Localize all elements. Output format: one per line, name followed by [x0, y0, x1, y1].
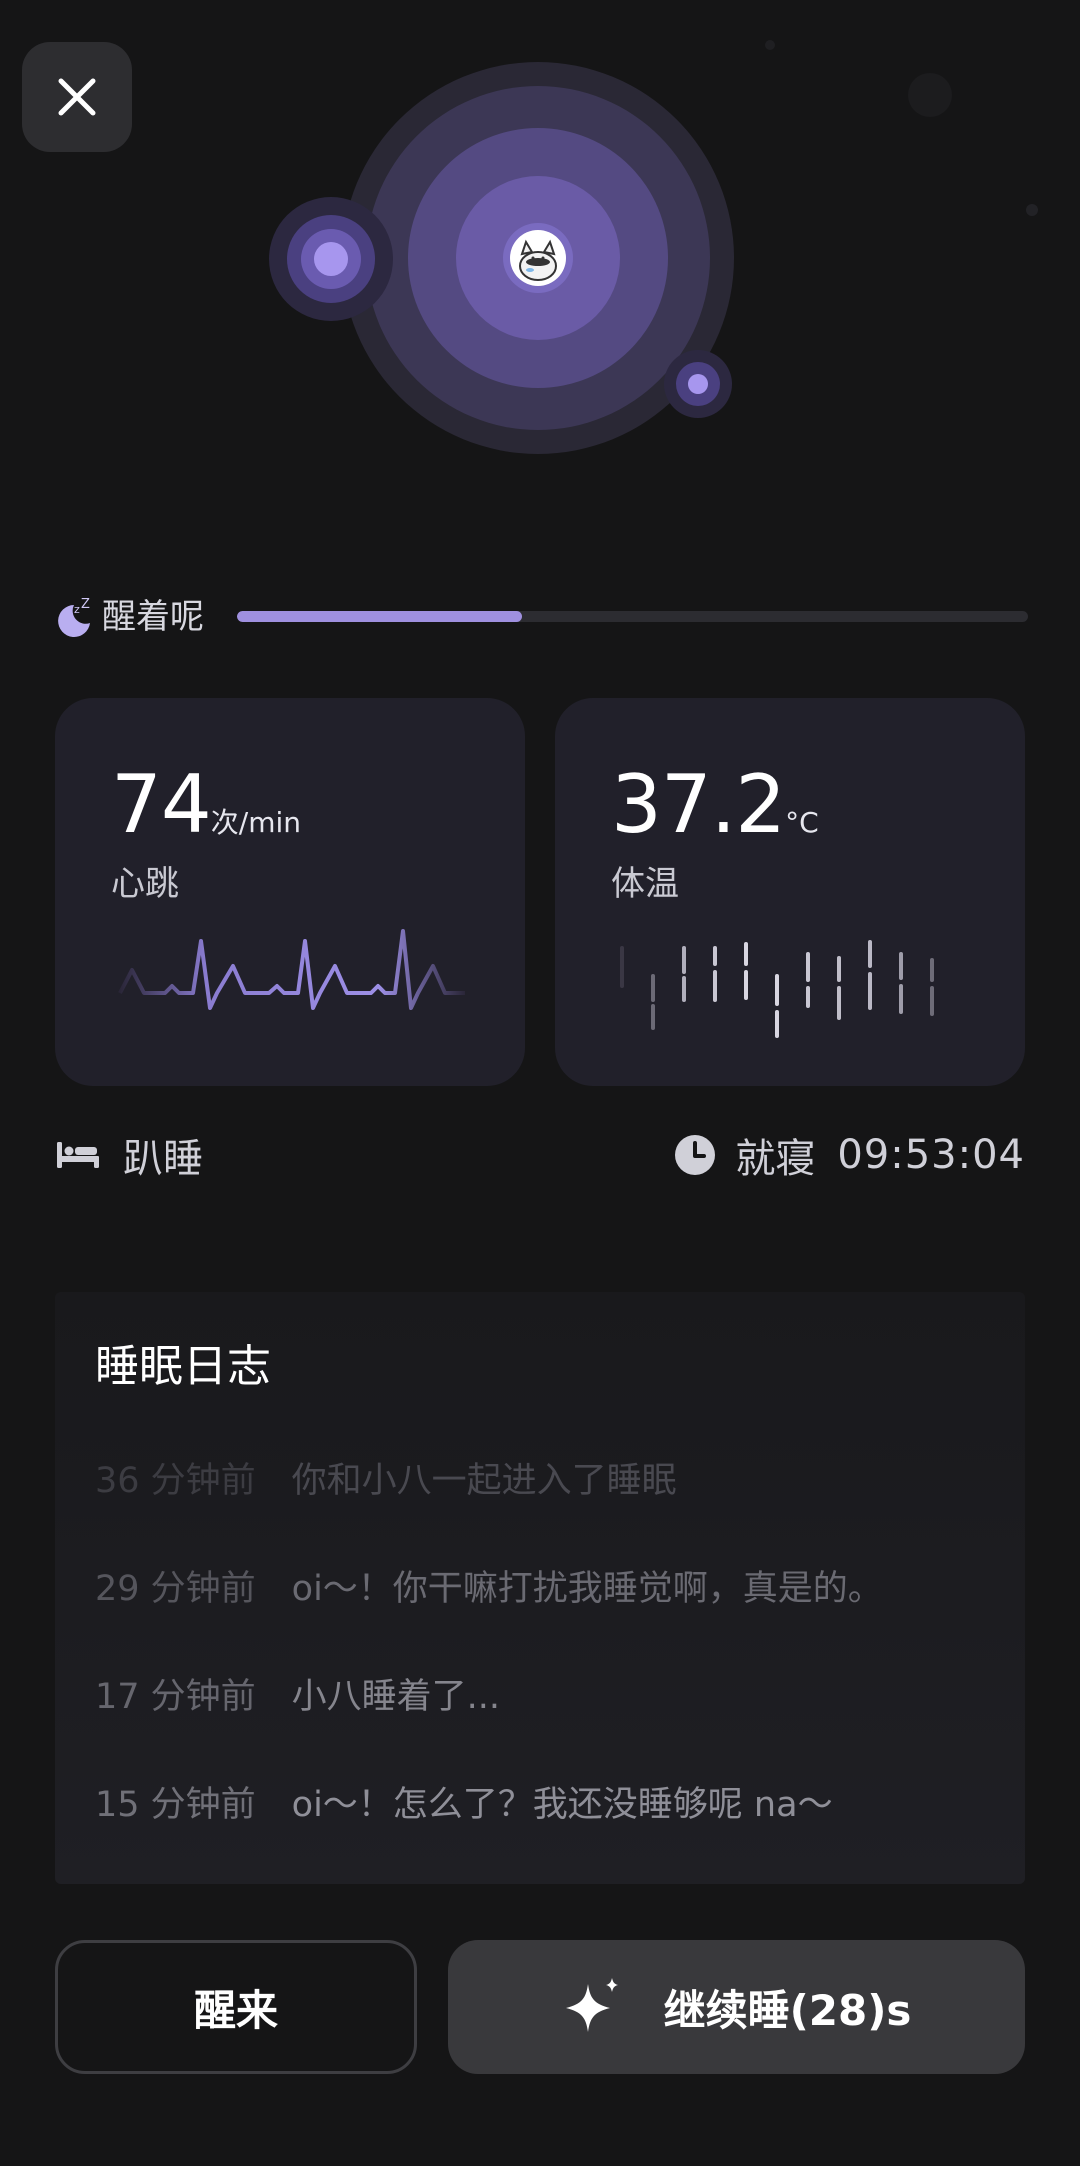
clock-icon	[675, 1135, 716, 1175]
bedtime-label: 就寝	[735, 1136, 816, 1182]
temperature-unit: °C	[785, 806, 819, 839]
bed-icon	[57, 1142, 99, 1168]
posture-label: 趴睡	[123, 1136, 203, 1182]
log-entry-text: 小八睡着了...	[291, 1677, 501, 1717]
heart-rate-unit: 次/min	[210, 806, 302, 839]
log-entry-text: oi～！怎么了？我还没睡够呢 na～	[291, 1785, 833, 1825]
heart-rate-card: 74次/min 心跳	[55, 698, 525, 1086]
sleep-progress-fill	[237, 611, 522, 622]
temperature-value-group: 37.2°C	[611, 760, 819, 868]
avatar	[503, 223, 573, 293]
moon-zzz-icon: z Z	[58, 597, 90, 637]
continue-sleep-label: 继续睡(28)s	[663, 1985, 912, 2035]
sleep-log-panel: 睡眠日志 36 分钟前 你和小八一起进入了睡眠 29 分钟前 oi～！你干嘛打扰我睡…	[55, 1292, 1025, 1884]
temperature-value: 37.2	[611, 758, 786, 851]
log-entry: 17 分钟前 小八睡着了...	[95, 1668, 500, 1719]
heart-rate-value-group: 74次/min	[111, 760, 301, 868]
temperature-card: 37.2°C 体温	[555, 698, 1025, 1086]
sleep-log-title: 睡眠日志	[95, 1341, 271, 1392]
sleep-progress-bar	[237, 611, 1028, 622]
status-label: 醒着呢	[102, 597, 204, 637]
sleep-orbit-visual	[269, 40, 1038, 454]
log-entry-time: 17 分钟前	[95, 1677, 256, 1717]
posture-info: 趴睡	[55, 1125, 203, 1185]
wake-button[interactable]: 醒来	[55, 1940, 417, 2074]
log-entry-text: oi～！你干嘛打扰我睡觉啊，真是的。	[291, 1569, 883, 1609]
log-entry-time: 29 分钟前	[95, 1569, 256, 1609]
svg-text:z: z	[74, 603, 80, 616]
log-entry-text: 你和小八一起进入了睡眠	[291, 1461, 677, 1501]
temperature-label: 体温	[611, 864, 679, 904]
log-entry-time: 15 分钟前	[95, 1785, 256, 1825]
bedtime-info: 就寝 09:53:04	[673, 1125, 1025, 1185]
temperature-wave	[620, 940, 934, 1038]
sleep-info-row: 趴睡 就寝 09:53:04	[55, 1125, 1025, 1185]
sparkle-icon	[565, 1978, 618, 2032]
log-entry: 36 分钟前 你和小八一起进入了睡眠	[95, 1452, 677, 1503]
sleep-status-row: z Z 醒着呢	[52, 592, 1028, 642]
wake-button-label: 醒来	[193, 1985, 278, 2035]
bedtime-value: 09:53:04	[837, 1132, 1025, 1178]
heart-rate-value: 74	[111, 758, 212, 851]
svg-text:Z: Z	[81, 597, 90, 612]
continue-sleep-button[interactable]: 继续睡(28)s	[448, 1940, 1025, 2074]
log-entry-time: 36 分钟前	[95, 1461, 256, 1501]
heart-rate-label: 心跳	[111, 864, 179, 904]
log-entry: 29 分钟前 oi～！你干嘛打扰我睡觉啊，真是的。	[95, 1560, 883, 1611]
heartbeat-wave	[118, 929, 465, 1010]
log-entry: 15 分钟前 oi～！怎么了？我还没睡够呢 na～	[95, 1776, 833, 1827]
